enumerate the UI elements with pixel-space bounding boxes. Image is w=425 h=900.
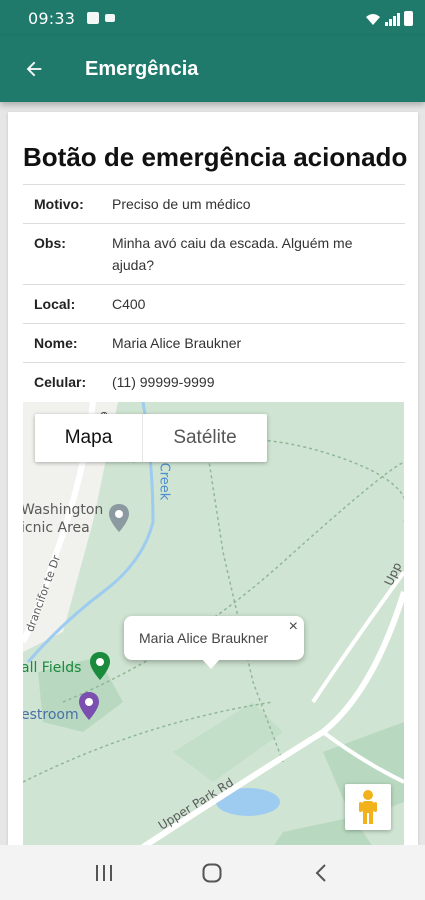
map-label-fields: all Fields bbox=[23, 660, 82, 676]
emergency-card: Botão de emergência acionado Motivo: Pre… bbox=[8, 112, 418, 845]
status-bar: 09:33 bbox=[0, 0, 425, 36]
park-marker-icon bbox=[109, 504, 129, 532]
map-info-window[interactable]: Maria Alice Braukner × bbox=[124, 616, 304, 669]
info-row-motivo: Motivo: Preciso de um médico bbox=[23, 184, 405, 223]
map-label-picnic-area: icnic Area bbox=[23, 520, 90, 536]
row-value: (11) 99999-9999 bbox=[112, 374, 215, 390]
back-nav-icon bbox=[315, 863, 326, 882]
notification-icons bbox=[87, 12, 116, 24]
battery-icon bbox=[404, 10, 413, 26]
map-type-satellite-button[interactable]: Satélite bbox=[142, 414, 267, 462]
navigation-bar bbox=[0, 845, 425, 900]
restroom-marker-icon bbox=[79, 692, 99, 720]
fields-marker-icon bbox=[90, 652, 110, 680]
info-row-local: Local: C400 bbox=[23, 284, 405, 323]
info-window-tail bbox=[202, 659, 220, 669]
row-value: C400 bbox=[112, 296, 146, 312]
arrow-back-icon bbox=[26, 61, 42, 77]
pegman-icon bbox=[359, 790, 377, 824]
map-label-restroom: estroom bbox=[23, 707, 79, 723]
close-icon[interactable]: × bbox=[289, 618, 298, 636]
app-bar: Emergência bbox=[0, 36, 425, 102]
recent-apps-icon bbox=[96, 864, 113, 881]
wifi-icon bbox=[366, 13, 380, 25]
status-time: 09:33 bbox=[28, 8, 76, 28]
info-row-nome: Nome: Maria Alice Braukner bbox=[23, 323, 405, 362]
map-label-creek: Creek bbox=[156, 462, 172, 501]
recent-apps-button[interactable] bbox=[74, 853, 134, 893]
gallery-notification-icon bbox=[87, 12, 100, 24]
back-button[interactable] bbox=[0, 36, 68, 102]
info-window-text: Maria Alice Braukner bbox=[139, 630, 269, 646]
row-label: Obs: bbox=[34, 235, 66, 251]
map-view[interactable]: e Creek Washington icnic Area drancifor … bbox=[23, 402, 404, 845]
system-icons bbox=[365, 10, 413, 26]
home-button[interactable] bbox=[182, 853, 242, 893]
back-nav-button[interactable] bbox=[291, 853, 351, 893]
row-label: Motivo: bbox=[34, 196, 84, 212]
info-table: Motivo: Preciso de um médico Obs: Minha … bbox=[23, 184, 405, 401]
map-type-control: Mapa Satélite bbox=[35, 414, 267, 462]
map-label-washington: Washington bbox=[23, 502, 104, 518]
card-heading: Botão de emergência acionado bbox=[23, 142, 408, 172]
row-value: Minha avó caiu da escada. Alguém me ajud… bbox=[112, 235, 353, 273]
row-value: Maria Alice Braukner bbox=[112, 335, 242, 351]
home-icon bbox=[202, 863, 222, 882]
signal-icon bbox=[385, 12, 400, 26]
info-row-celular: Celular: (11) 99999-9999 bbox=[23, 362, 405, 401]
app-notification-icon bbox=[105, 14, 116, 22]
row-label: Celular: bbox=[34, 374, 87, 390]
info-row-obs: Obs: Minha avó caiu da escada. Alguém me… bbox=[23, 223, 405, 284]
street-view-pegman-button[interactable] bbox=[345, 784, 391, 830]
row-label: Local: bbox=[34, 296, 76, 312]
page-title: Emergência bbox=[85, 57, 199, 80]
row-label: Nome: bbox=[34, 335, 78, 351]
map-type-map-button[interactable]: Mapa bbox=[35, 414, 142, 462]
row-value: Preciso de um médico bbox=[112, 196, 251, 212]
